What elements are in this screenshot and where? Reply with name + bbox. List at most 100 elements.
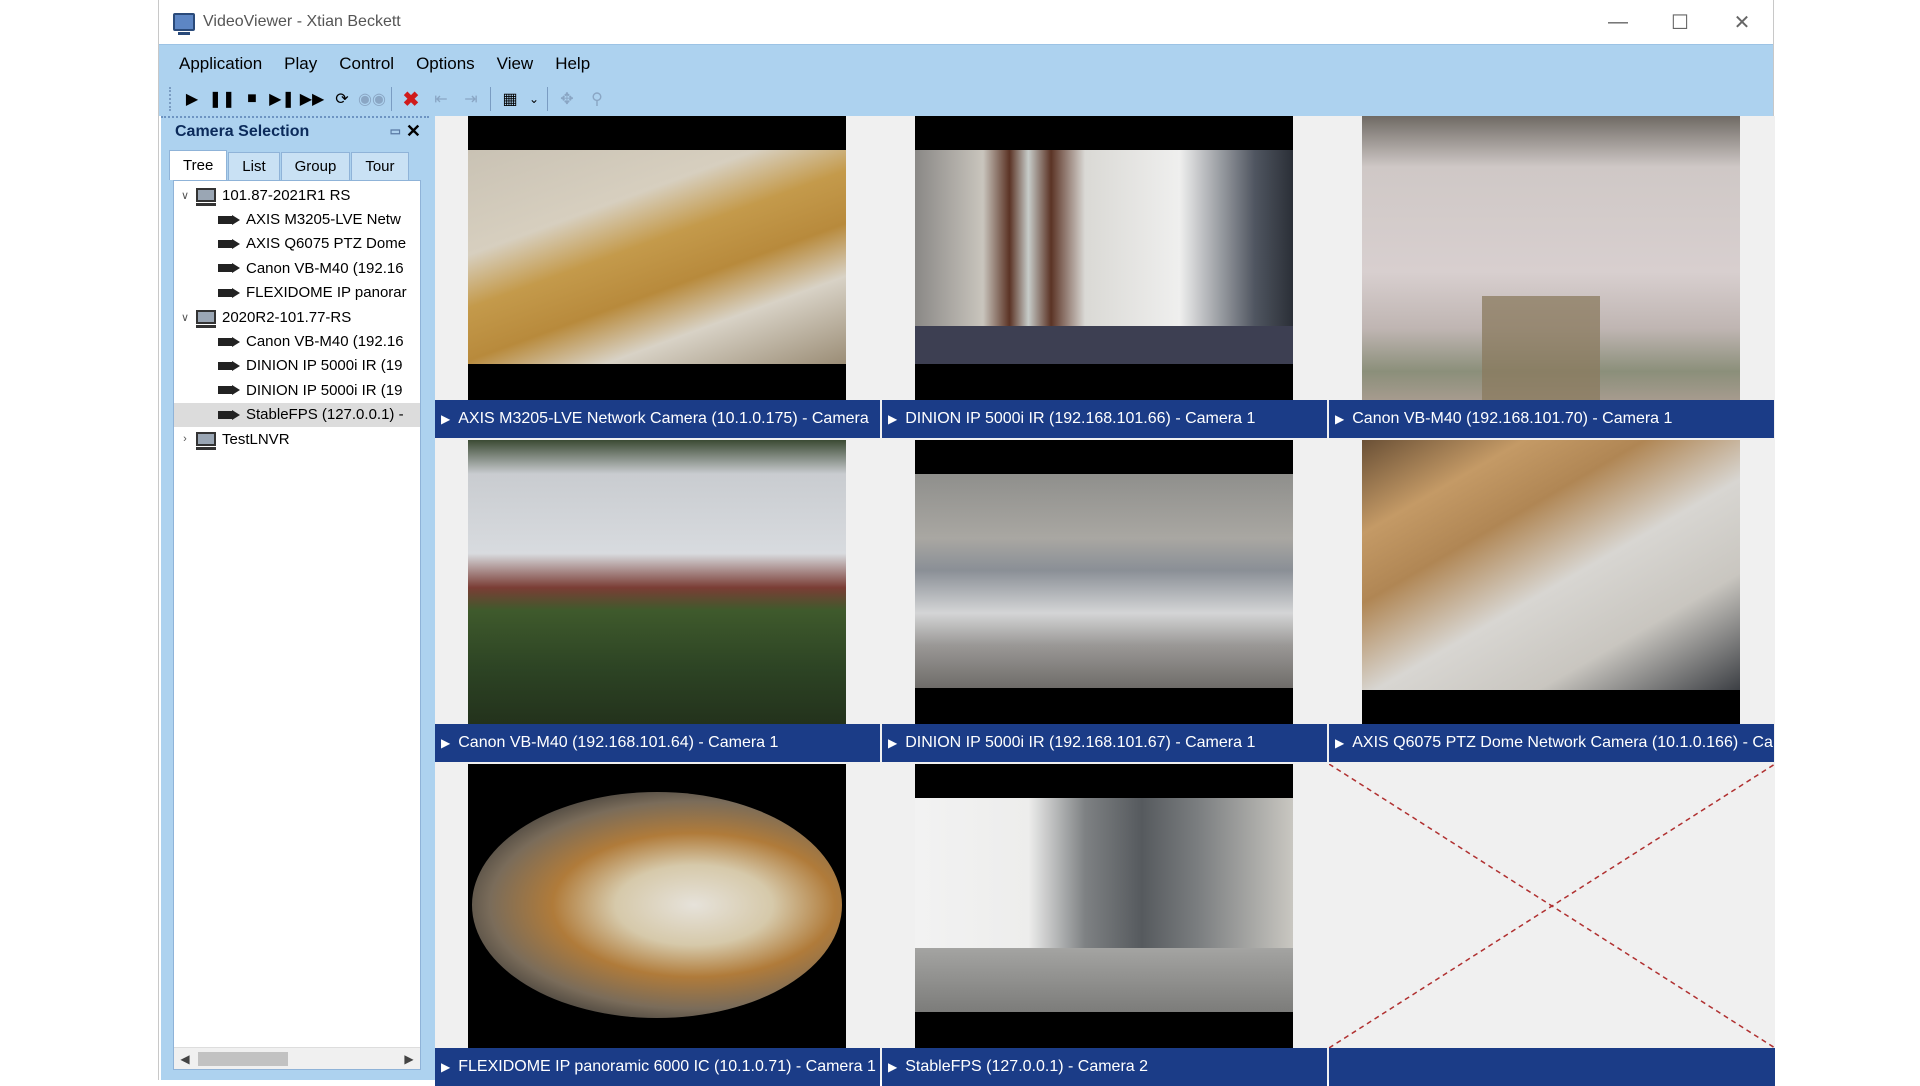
camera-icon — [218, 287, 240, 298]
tree-node-label: StableFPS (127.0.0.1) - — [246, 406, 404, 424]
tab-list[interactable]: List — [228, 152, 280, 180]
server-icon — [196, 310, 216, 329]
tree-camera-node[interactable]: Canon VB-M40 (192.16 — [174, 256, 420, 280]
camera-icon — [218, 409, 240, 420]
tree-server-node[interactable]: › TestLNVR — [174, 427, 420, 451]
refresh-icon[interactable]: ⟳ — [327, 84, 357, 114]
play-icon[interactable]: ▶ — [441, 412, 450, 426]
tree-server-node[interactable]: ∨ 2020R2-101.77-RS — [174, 305, 420, 329]
empty-video-cell[interactable] — [1329, 764, 1775, 1086]
video-cell[interactable]: ▶ DINION IP 5000i IR (192.168.101.67) - … — [882, 440, 1327, 762]
zoom-icon[interactable]: ⚲ — [582, 84, 612, 114]
toolbar-separator — [547, 87, 548, 111]
video-caption — [1329, 1048, 1775, 1086]
video-cell[interactable]: ▶ Canon VB-M40 (192.168.101.70) - Camera… — [1329, 116, 1774, 438]
play-icon[interactable]: ▶ — [177, 84, 207, 114]
video-caption: ▶ FLEXIDOME IP panoramic 6000 IC (10.1.0… — [435, 1048, 880, 1086]
video-cell[interactable]: ▶ Canon VB-M40 (192.168.101.64) - Camera… — [435, 440, 880, 762]
menu-options[interactable]: Options — [416, 54, 475, 74]
menu-help[interactable]: Help — [555, 54, 590, 74]
toolbar-grip[interactable] — [169, 87, 173, 111]
video-caption: ▶ AXIS Q6075 PTZ Dome Network Camera (10… — [1329, 724, 1774, 762]
pin-icon[interactable]: ▭ — [390, 124, 401, 138]
tab-group[interactable]: Group — [280, 152, 351, 180]
play-icon[interactable]: ▶ — [441, 1060, 450, 1074]
video-frame — [915, 440, 1293, 724]
play-icon[interactable]: ▶ — [1335, 412, 1344, 426]
menu-view[interactable]: View — [497, 54, 534, 74]
minimize-button[interactable]: — — [1587, 0, 1649, 44]
camera-label: AXIS M3205-LVE Network Camera (10.1.0.17… — [458, 410, 869, 427]
tree-camera-node[interactable]: Canon VB-M40 (192.16 — [174, 329, 420, 353]
panel-header: Camera Selection ▭ ✕ — [161, 116, 429, 146]
delete-icon[interactable]: ✖ — [396, 84, 426, 114]
menu-control[interactable]: Control — [339, 54, 394, 74]
grid-layout-icon[interactable]: ▦ — [495, 84, 525, 114]
scroll-right-icon[interactable]: ▶ — [398, 1052, 420, 1066]
tree-camera-node[interactable]: AXIS Q6075 PTZ Dome — [174, 232, 420, 256]
ptz-icon[interactable]: ✥ — [552, 84, 582, 114]
close-window-button[interactable]: ✕ — [1711, 0, 1773, 44]
camera-icon — [218, 263, 240, 274]
video-caption: ▶ StableFPS (127.0.0.1) - Camera 2 — [882, 1048, 1327, 1086]
step-forward-icon[interactable]: ▶❚ — [267, 84, 297, 114]
scroll-thumb[interactable] — [198, 1052, 288, 1066]
video-cell[interactable]: ▶ FLEXIDOME IP panoramic 6000 IC (10.1.0… — [435, 764, 880, 1086]
play-icon[interactable]: ▶ — [888, 736, 897, 750]
tree-node-label: DINION IP 5000i IR (19 — [246, 381, 403, 399]
server-icon — [196, 188, 216, 207]
tree-camera-node[interactable]: FLEXIDOME IP panorar — [174, 281, 420, 305]
tab-tour[interactable]: Tour — [351, 152, 409, 180]
tree-camera-node[interactable]: StableFPS (127.0.0.1) - — [174, 402, 420, 427]
play-icon[interactable]: ▶ — [441, 736, 450, 750]
camera-label: DINION IP 5000i IR (192.168.101.67) - Ca… — [905, 734, 1256, 751]
play-icon[interactable]: ▶ — [888, 1060, 897, 1074]
close-panel-icon[interactable]: ✕ — [406, 121, 421, 142]
app-icon — [173, 13, 195, 35]
camera-selection-panel: Camera Selection ▭ ✕ Tree List Group Tou… — [161, 116, 429, 1080]
tree-camera-node[interactable]: DINION IP 5000i IR (19 — [174, 354, 420, 378]
video-caption: ▶ AXIS M3205-LVE Network Camera (10.1.0.… — [435, 400, 880, 438]
tree-camera-node[interactable]: DINION IP 5000i IR (19 — [174, 378, 420, 402]
menu-play[interactable]: Play — [284, 54, 317, 74]
expand-icon[interactable]: › — [178, 433, 192, 445]
chevron-down-icon[interactable]: ⌄ — [525, 84, 543, 114]
toolbar-separator — [490, 87, 491, 111]
camera-label: AXIS Q6075 PTZ Dome Network Camera (10.1… — [1352, 734, 1773, 751]
move-right-icon[interactable]: ⇥ — [456, 84, 486, 114]
video-caption: ▶ DINION IP 5000i IR (192.168.101.67) - … — [882, 724, 1327, 762]
play-icon[interactable]: ▶ — [888, 412, 897, 426]
skip-end-icon[interactable]: ▶▶ — [297, 84, 327, 114]
video-caption: ▶ Canon VB-M40 (192.168.101.70) - Camera… — [1329, 400, 1774, 438]
horizontal-scrollbar[interactable]: ◀ ▶ — [174, 1047, 420, 1069]
camera-icon — [218, 238, 240, 249]
collapse-icon[interactable]: ∨ — [178, 189, 192, 202]
tree-server-node[interactable]: ∨ 101.87-2021R1 RS — [174, 183, 420, 207]
app-window: VideoViewer - Xtian Beckett — ☐ ✕ Applic… — [158, 0, 1775, 1086]
video-cell[interactable]: ▶ AXIS Q6075 PTZ Dome Network Camera (10… — [1329, 440, 1774, 762]
video-cell[interactable]: ▶ AXIS M3205-LVE Network Camera (10.1.0.… — [435, 116, 880, 438]
video-cell[interactable]: ▶ StableFPS (127.0.0.1) - Camera 2 — [882, 764, 1327, 1086]
scroll-left-icon[interactable]: ◀ — [174, 1052, 196, 1066]
tree-camera-node[interactable]: AXIS M3205-LVE Netw — [174, 207, 420, 231]
binoculars-icon[interactable]: ◉◉ — [357, 84, 387, 114]
panel-title: Camera Selection — [175, 123, 310, 140]
move-left-icon[interactable]: ⇤ — [426, 84, 456, 114]
tree-node-label: AXIS Q6075 PTZ Dome — [246, 235, 407, 253]
camera-icon — [218, 385, 240, 396]
stop-icon[interactable]: ■ — [237, 84, 267, 114]
server-icon — [196, 432, 216, 451]
video-cell[interactable]: ▶ DINION IP 5000i IR (192.168.101.66) - … — [882, 116, 1327, 438]
toolbar-separator — [391, 87, 392, 111]
collapse-icon[interactable]: ∨ — [178, 311, 192, 324]
tab-tree[interactable]: Tree — [169, 150, 228, 180]
camera-icon — [218, 214, 240, 225]
tree-node-label: 2020R2-101.77-RS — [222, 308, 352, 326]
toolbar: ▶ ❚❚ ■ ▶❚ ▶▶ ⟳ ◉◉ ✖ ⇤ ⇥ ▦ ⌄ ✥ ⚲ — [159, 82, 1773, 116]
window-title: VideoViewer - Xtian Beckett — [203, 13, 401, 30]
menu-application[interactable]: Application — [179, 54, 262, 74]
play-icon[interactable]: ▶ — [1335, 736, 1344, 750]
pause-icon[interactable]: ❚❚ — [207, 84, 237, 114]
tree-node-label: TestLNVR — [222, 430, 290, 448]
maximize-button[interactable]: ☐ — [1649, 0, 1711, 44]
